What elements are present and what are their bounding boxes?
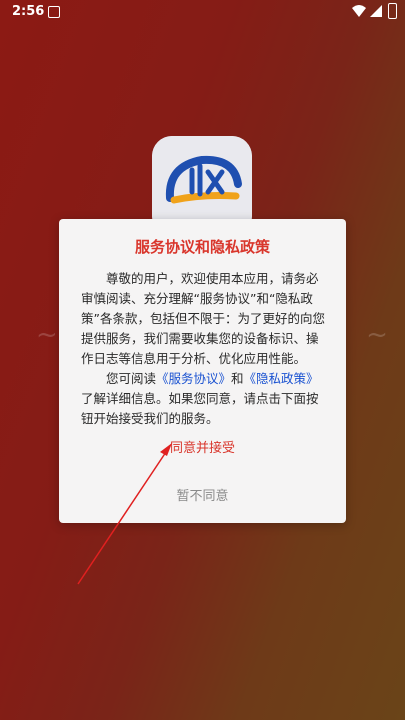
dialog-body: 尊敬的用户，欢迎使用本应用，请务必审慎阅读、充分理解“服务协议”和“隐私政策”各… [81,269,328,429]
service-agreement-link[interactable]: 《服务协议》 [156,371,231,386]
status-bar: 2:56 [0,0,405,24]
privacy-dialog: 服务协议和隐私政策 尊敬的用户，欢迎使用本应用，请务必审慎阅读、充分理解“服务协… [59,219,346,523]
para2-suffix: 了解详细信息。如果您同意，请点击下面按钮开始接受我们的服务。 [81,391,319,426]
status-time: 2:56 [12,4,45,19]
para2-and: 和 [231,371,244,386]
dialog-paragraph-1: 尊敬的用户，欢迎使用本应用，请务必审慎阅读、充分理解“服务协议”和“隐私政策”各… [81,271,325,366]
disagree-button[interactable]: 暂不同意 [59,485,346,504]
dialog-paragraph-2: 您可阅读《服务协议》和《隐私政策》了解详细信息。如果您同意，请点击下面按钮开始接… [81,369,328,429]
notification-icon [48,6,60,18]
privacy-policy-link[interactable]: 《隐私政策》 [244,371,319,386]
signal-icon [370,5,382,17]
battery-icon [388,3,397,19]
dialog-title: 服务协议和隐私政策 [134,238,270,256]
agree-button[interactable]: 同意并接受 [59,437,346,456]
wifi-icon [352,5,366,17]
para2-prefix: 您可阅读 [106,371,157,386]
